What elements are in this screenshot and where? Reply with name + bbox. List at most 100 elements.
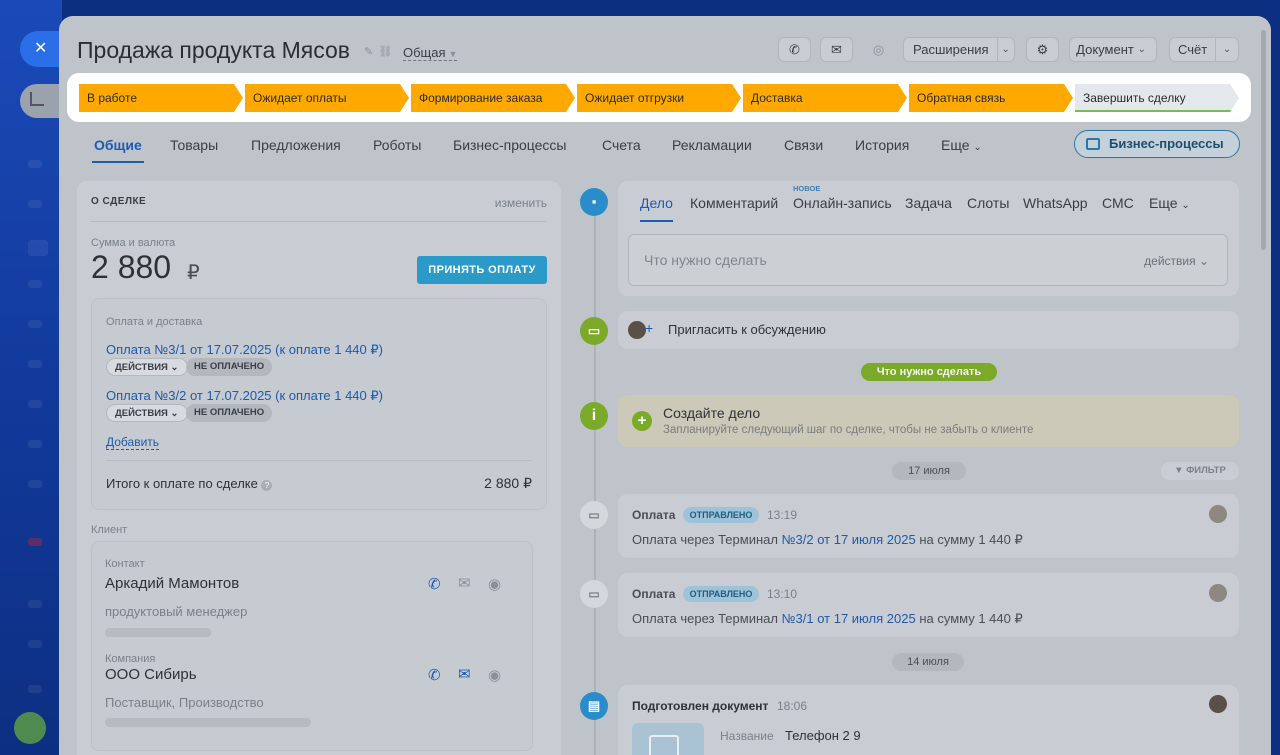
event-time: 13:10 xyxy=(767,587,798,601)
activity-tab[interactable]: СМС xyxy=(1102,195,1134,211)
date-separator: 17 июля xyxy=(892,462,966,480)
extensions-button[interactable]: Расширения ⌄ xyxy=(903,37,1015,62)
mail-icon: ✉ xyxy=(831,41,842,57)
create-task-hint: Запланируйте следующий шаг по сделке, чт… xyxy=(663,424,1034,436)
add-payment-link[interactable]: Добавить xyxy=(106,435,160,450)
payment-link[interactable]: Оплата №3/2 от 17.07.2025 (к оплате 1 44… xyxy=(106,388,383,404)
client-block: Контакт Аркадий Мамонтов ✆ ✉ ◉ продуктов… xyxy=(91,541,533,751)
sidebar-icon xyxy=(28,440,42,448)
payment-link[interactable]: №3/1 от 17 июля 2025 xyxy=(782,611,916,626)
mail-icon[interactable]: ✉ xyxy=(458,574,471,592)
stage-item[interactable]: Формирование заказа xyxy=(411,84,575,112)
bp-button-label: Бизнес-процессы xyxy=(1109,136,1224,151)
scrollbar[interactable] xyxy=(1261,30,1266,250)
phone-button[interactable]: ✆ xyxy=(778,37,811,62)
todo-actions[interactable]: действия ⌄ xyxy=(1144,254,1209,268)
activity-tab[interactable]: Задача xyxy=(905,195,952,211)
tab-links[interactable]: Связи xyxy=(784,137,823,153)
minimize-button[interactable] xyxy=(20,84,64,118)
document-thumbnail[interactable] xyxy=(632,723,704,755)
phone-icon[interactable]: ✆ xyxy=(428,666,441,684)
contact-name[interactable]: Аркадий Мамонтов xyxy=(105,575,239,592)
invoice-button[interactable]: Счёт ⌄ xyxy=(1169,37,1239,62)
stage-item[interactable]: Доставка xyxy=(743,84,907,112)
category-select[interactable]: Общая ▼ xyxy=(403,45,458,61)
payment-actions[interactable]: ДЕЙСТВИЯ ⌄ xyxy=(106,358,188,376)
payment-actions[interactable]: ДЕЙСТВИЯ ⌄ xyxy=(106,404,188,422)
activity-tab[interactable]: Дело xyxy=(640,195,673,222)
invite-text: Пригласить к обсуждению xyxy=(668,322,826,337)
extensions-label: Расширения xyxy=(913,42,989,57)
stage-bar: В работе Ожидает оплаты Формирование зак… xyxy=(67,73,1251,122)
event-title: Оплата xyxy=(632,587,676,601)
tab-robots[interactable]: Роботы xyxy=(373,137,421,153)
client-section-label: Клиент xyxy=(91,524,128,536)
stage-item[interactable]: Ожидает оплаты xyxy=(245,84,409,112)
create-task-card[interactable]: + Создайте дело Запланируйте следующий ш… xyxy=(618,395,1239,447)
deal-amount: 2 880 xyxy=(91,249,172,285)
payment-link[interactable]: №3/2 от 17 июля 2025 xyxy=(782,532,916,547)
tab-products[interactable]: Товары xyxy=(170,137,218,153)
stage-item[interactable]: Обратная связь xyxy=(909,84,1073,112)
tab-more-label: Еще xyxy=(941,137,970,153)
sidebar-icon xyxy=(28,160,42,168)
settings-button[interactable]: ⚙ xyxy=(1026,37,1059,62)
tab-business-processes[interactable]: Бизнес-процессы xyxy=(453,137,566,153)
print-button[interactable] xyxy=(14,712,46,744)
minimize-icon xyxy=(30,92,44,106)
accept-payment-button[interactable]: ПРИНЯТЬ ОПЛАТУ xyxy=(417,256,547,284)
filter-button[interactable]: ▼ ФИЛЬТР xyxy=(1161,462,1239,480)
tab-invoices[interactable]: Счета xyxy=(602,137,641,153)
chat-button[interactable]: ◎ xyxy=(862,37,895,62)
chevron-down-icon: ⌄ xyxy=(973,142,982,153)
chevron-down-icon: ⌄ xyxy=(170,408,179,419)
title-edit-icons[interactable]: ✎⛓ xyxy=(364,45,397,58)
todo-input[interactable]: Что нужно сделать действия ⌄ xyxy=(628,234,1228,286)
chat-icon[interactable]: ◉ xyxy=(488,575,501,593)
help-icon[interactable]: ? xyxy=(261,480,273,491)
close-button[interactable]: ✕ xyxy=(20,31,64,67)
edit-link[interactable]: изменить xyxy=(495,196,547,210)
business-processes-button[interactable]: Бизнес-процессы xyxy=(1074,130,1240,158)
sidebar-icon xyxy=(28,480,42,488)
card-icon: ▭ xyxy=(580,501,608,529)
activity-editor: Дело Комментарий НОВОЕ Онлайн-запись Зад… xyxy=(618,181,1239,296)
phone-icon[interactable]: ✆ xyxy=(428,575,441,593)
pencil-icon[interactable]: ✎ xyxy=(364,46,378,58)
sidebar-icon xyxy=(28,320,42,328)
more-label: Еще xyxy=(1149,195,1178,211)
activity-tab-more[interactable]: Еще ⌄ xyxy=(1149,195,1190,211)
stage-item[interactable]: В работе xyxy=(79,84,243,112)
company-label: Компания xyxy=(105,653,156,665)
payment-link[interactable]: Оплата №3/1 от 17.07.2025 (к оплате 1 44… xyxy=(106,342,383,358)
stage-item-finish[interactable]: Завершить сделку xyxy=(1075,84,1239,112)
payment-block: Оплата и доставка Оплата №3/1 от 17.07.2… xyxy=(91,298,547,510)
activity-tab[interactable]: Онлайн-запись xyxy=(793,195,892,211)
section-title: О СДЕЛКЕ xyxy=(91,196,147,207)
chevron-down-icon: ⌄ xyxy=(1137,44,1147,55)
activity-tab[interactable]: Слоты xyxy=(967,195,1009,211)
event-time: 18:06 xyxy=(777,699,808,713)
chevron-down-icon: ⌄ xyxy=(170,362,179,373)
activity-tab[interactable]: WhatsApp xyxy=(1023,195,1088,211)
stage-item[interactable]: Ожидает отгрузки xyxy=(577,84,741,112)
tab-offers[interactable]: Предложения xyxy=(251,137,341,153)
tab-general[interactable]: Общие xyxy=(92,137,144,163)
email-button[interactable]: ✉ xyxy=(820,37,853,62)
chat-icon[interactable]: ◉ xyxy=(488,666,501,684)
link-icon[interactable]: ⛓ xyxy=(378,46,397,58)
activity-icon: ▪ xyxy=(580,188,608,216)
deal-currency: ₽ xyxy=(187,262,200,284)
company-name[interactable]: ООО Сибирь xyxy=(105,666,197,683)
sidebar-icon xyxy=(28,200,42,208)
tab-history[interactable]: История xyxy=(855,137,909,153)
timeline-event: Оплата ОТПРАВЛЕНО 13:19 Оплата через Тер… xyxy=(618,494,1239,558)
company-details-hidden xyxy=(105,718,311,727)
chevron-down-icon: ▼ xyxy=(448,49,458,59)
document-button[interactable]: Документ ⌄ xyxy=(1069,37,1157,62)
activity-tab[interactable]: Комментарий xyxy=(690,195,778,211)
tab-claims[interactable]: Рекламации xyxy=(672,137,752,153)
tab-more[interactable]: Еще ⌄ xyxy=(941,137,982,153)
invite-row[interactable]: + Пригласить к обсуждению xyxy=(618,311,1239,349)
mail-icon[interactable]: ✉ xyxy=(458,665,471,683)
